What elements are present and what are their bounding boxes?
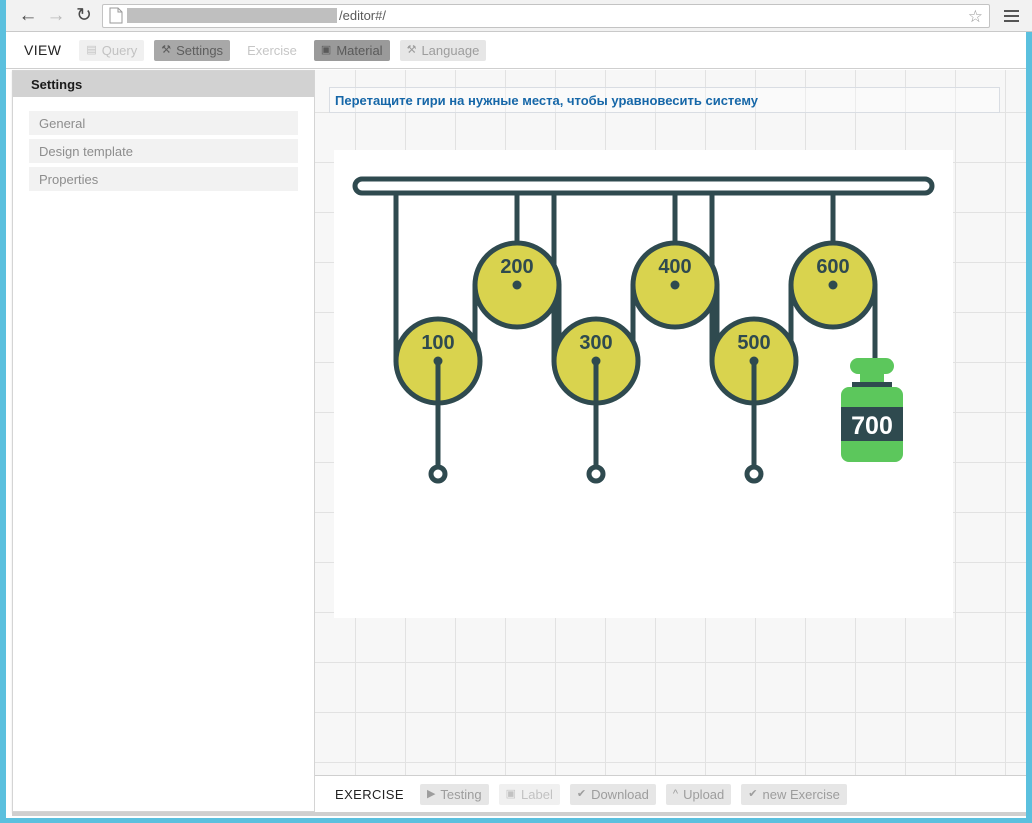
label-button[interactable]: ▣ Label xyxy=(498,784,560,805)
pulley-hub xyxy=(512,280,522,290)
testing-button[interactable]: ▶ Testing xyxy=(419,784,489,805)
exercise-bottom-bar: EXERCISE ▶ Testing ▣ Label ✔ Download ^ … xyxy=(315,775,1026,813)
tab-query-label: Query xyxy=(101,42,138,58)
back-arrow-icon[interactable]: ← xyxy=(14,2,42,30)
page-viewport: VIEW ▤ Query ⚒ Settings Exercise ▣ Mater… xyxy=(6,32,1026,818)
pulley-hub xyxy=(828,280,838,290)
upload-button-label: Upload xyxy=(683,787,725,802)
hamburger-menu-icon[interactable] xyxy=(996,2,1026,30)
weight-700[interactable]: 700 xyxy=(841,358,903,462)
tab-language-label: Language xyxy=(421,42,480,58)
weight-collar xyxy=(852,382,892,387)
weight-handle xyxy=(850,358,894,374)
caret-up-icon: ^ xyxy=(672,788,679,800)
reload-icon[interactable]: ↻ xyxy=(70,2,98,30)
star-icon[interactable]: ☆ xyxy=(968,7,983,26)
pulley-label: 400 xyxy=(658,256,691,278)
app-toolbar: VIEW ▤ Query ⚒ Settings Exercise ▣ Mater… xyxy=(6,32,1026,69)
exercise-canvas[interactable]: 100 200 300 400 500 600 700 xyxy=(334,150,953,618)
testing-button-label: Testing xyxy=(440,787,482,802)
tag-icon: ▣ xyxy=(505,788,517,800)
pulley-200[interactable]: 200 xyxy=(472,240,562,330)
sidebar-header: Settings xyxy=(13,71,314,97)
hook-ring xyxy=(586,464,606,484)
new-exercise-button-label: new Exercise xyxy=(762,787,840,802)
weight-neck xyxy=(860,372,884,382)
download-button-label: Download xyxy=(591,787,649,802)
settings-sidebar: Settings General Design template Propert… xyxy=(12,70,315,812)
url-text: /editor#/ xyxy=(339,8,386,23)
sidebar-item-properties[interactable]: Properties xyxy=(29,167,298,191)
tab-settings[interactable]: ⚒ Settings xyxy=(154,39,231,61)
check-icon: ✔ xyxy=(576,788,587,800)
upload-button[interactable]: ^ Upload xyxy=(665,784,732,805)
weight-label: 700 xyxy=(851,412,893,440)
hook-ring xyxy=(428,464,448,484)
tab-query[interactable]: ▤ Query xyxy=(79,39,145,61)
balance-pulley-diagram[interactable]: 100 200 300 400 500 600 700 xyxy=(334,150,953,618)
pulley-600[interactable]: 600 xyxy=(788,240,878,330)
check-icon: ✔ xyxy=(748,788,758,800)
url-redacted-block xyxy=(127,8,337,23)
label-button-label: Label xyxy=(521,787,553,802)
sidebar-item-label: General xyxy=(39,115,86,131)
exercise-workarea: Перетащите гири на нужные места, чтобы у… xyxy=(315,70,1026,812)
browser-chrome-bar: ← → ↻ /editor#/ ☆ xyxy=(6,0,1032,32)
tab-exercise-label: Exercise xyxy=(247,42,297,58)
pulley-hub xyxy=(670,280,680,290)
sidebar-item-label: Design template xyxy=(39,143,133,159)
pulley-400[interactable]: 400 xyxy=(630,240,720,330)
exercise-title-box[interactable]: Перетащите гири на нужные места, чтобы у… xyxy=(329,87,1000,113)
balance-beam[interactable] xyxy=(352,176,935,196)
address-bar[interactable]: /editor#/ ☆ xyxy=(102,3,990,28)
sidebar-item-general[interactable]: General xyxy=(29,111,298,135)
play-icon: ▶ xyxy=(426,788,436,800)
sidebar-item-label: Properties xyxy=(39,171,99,187)
tab-material[interactable]: ▣ Material xyxy=(313,39,390,61)
new-exercise-button[interactable]: ✔ new Exercise xyxy=(741,784,847,805)
exercise-title: Перетащите гири на нужные места, чтобы у… xyxy=(335,92,759,108)
pulley-label: 600 xyxy=(816,256,849,278)
browser-window: ← → ↻ /editor#/ ☆ VIEW ▤ Query ⚒ Setting… xyxy=(0,0,1032,823)
hook-ring xyxy=(744,464,764,484)
image-icon: ▣ xyxy=(320,43,332,56)
horizontal-scrollbar[interactable] xyxy=(12,812,1026,816)
exercise-label: EXERCISE xyxy=(335,787,404,802)
pulley-label: 200 xyxy=(500,256,533,278)
sidebar-item-design-template[interactable]: Design template xyxy=(29,139,298,163)
tab-language[interactable]: ⚒ Language xyxy=(399,39,487,61)
view-label: VIEW xyxy=(24,42,62,58)
sidebar-list: General Design template Properties xyxy=(13,97,314,191)
pulley-label: 500 xyxy=(737,332,770,354)
page-document-icon xyxy=(109,7,123,24)
wrench-icon: ⚒ xyxy=(406,43,417,56)
wrench-icon: ⚒ xyxy=(161,43,172,56)
folder-icon: ▤ xyxy=(86,43,97,56)
forward-arrow-icon[interactable]: → xyxy=(42,2,70,30)
tab-settings-label: Settings xyxy=(176,42,224,58)
pulley-label: 300 xyxy=(579,332,612,354)
download-button[interactable]: ✔ Download xyxy=(569,784,656,805)
tab-exercise[interactable]: Exercise xyxy=(240,40,304,61)
pulley-label: 100 xyxy=(421,332,454,354)
tab-material-label: Material xyxy=(336,42,383,58)
